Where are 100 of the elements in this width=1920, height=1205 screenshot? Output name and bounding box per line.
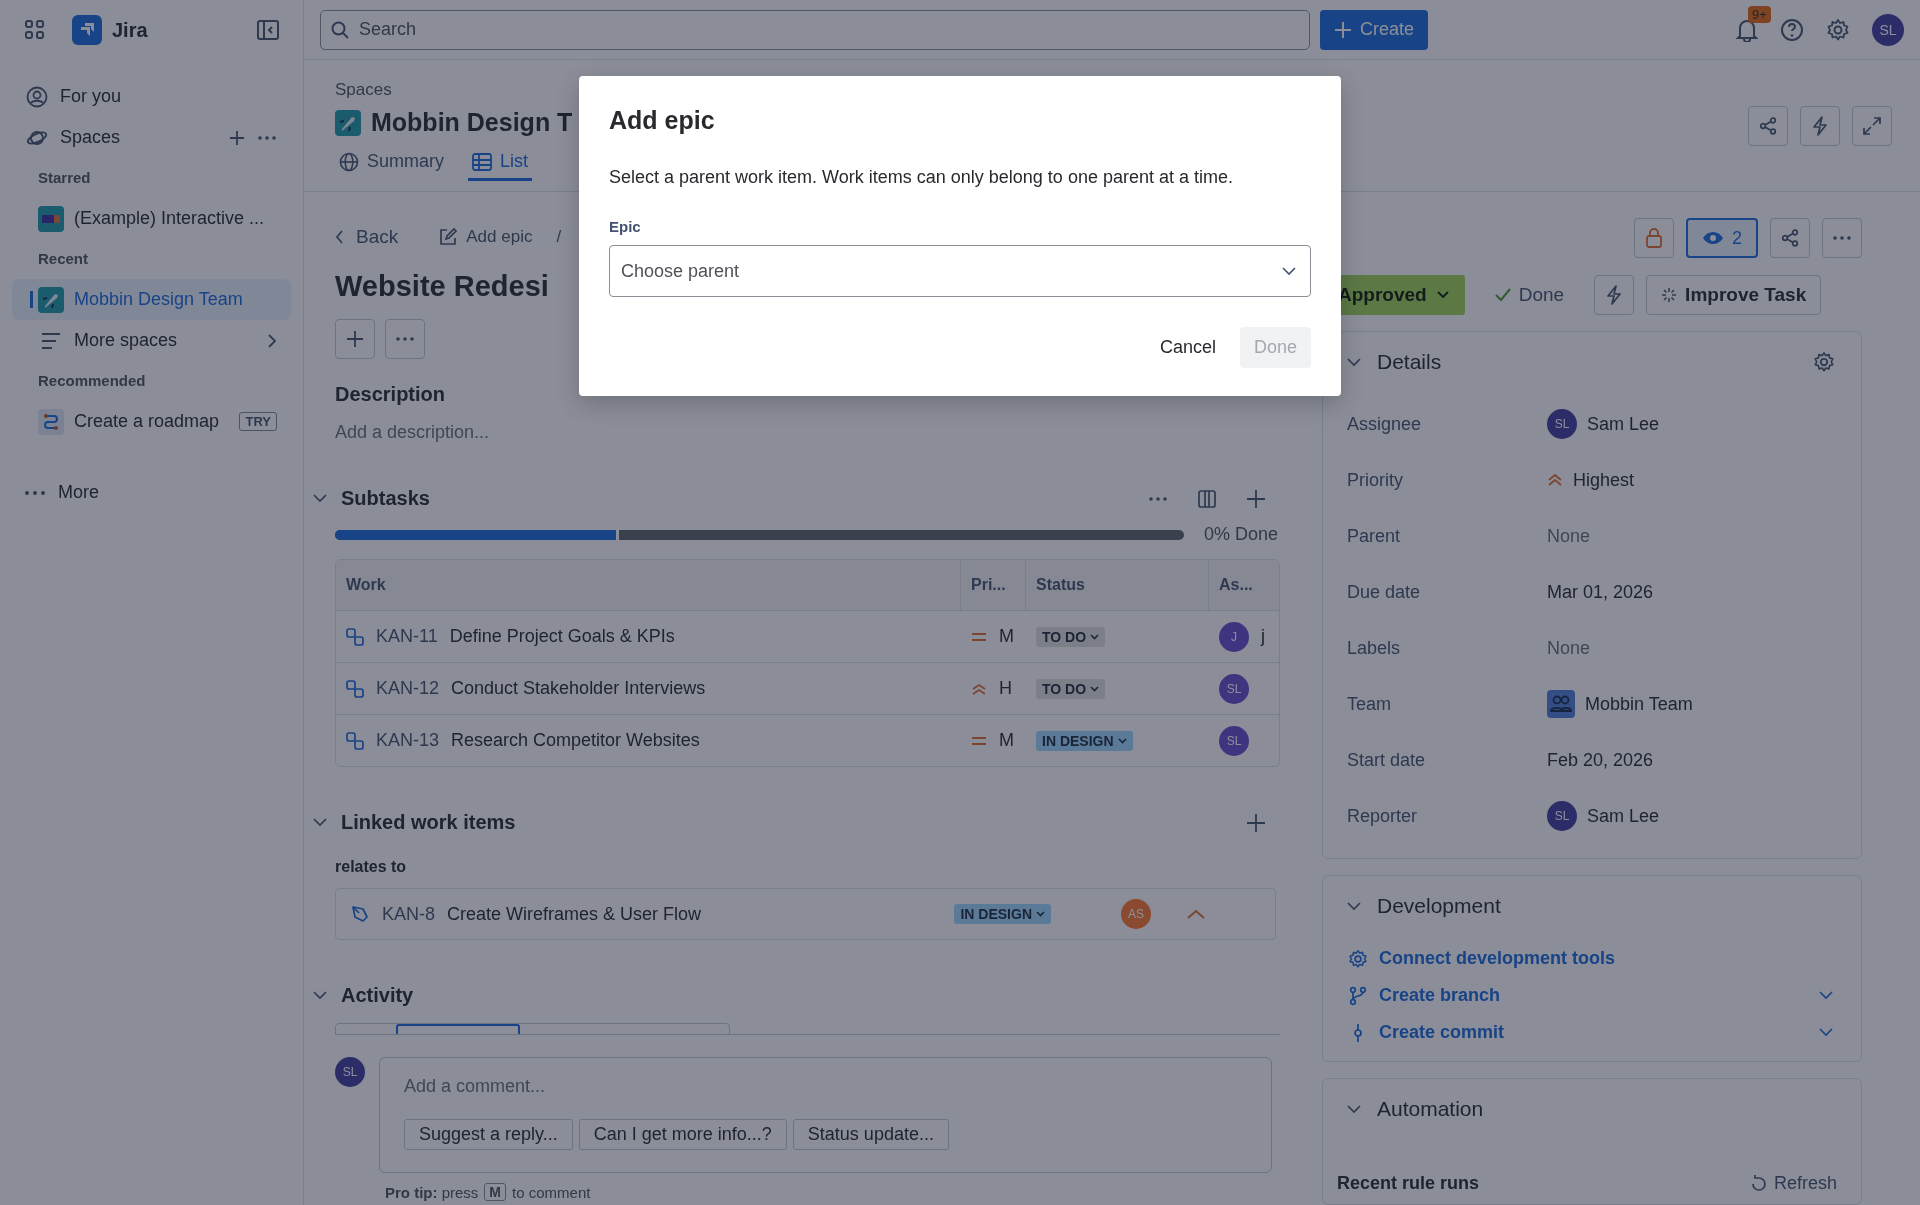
globe-icon — [339, 151, 359, 172]
linked-item-row[interactable]: KAN-8 Create Wireframes & User Flow IN DESIGN AS — [335, 888, 1276, 940]
work-item-summary[interactable]: Conduct Stakeholder Interviews — [451, 678, 706, 699]
settings-icon[interactable] — [1826, 17, 1850, 42]
field-value[interactable]: Mar 01, 2026 — [1547, 581, 1654, 603]
add-button[interactable] — [335, 319, 375, 359]
field-value[interactable]: Sam Lee — [1587, 805, 1660, 827]
share-button[interactable] — [1748, 106, 1788, 146]
user-avatar: SL — [1547, 409, 1577, 439]
field-value[interactable]: Highest — [1573, 469, 1635, 491]
work-item-summary[interactable]: Create Wireframes & User Flow — [447, 903, 702, 925]
collapse-sidebar-icon[interactable] — [257, 20, 279, 40]
subtask-row[interactable]: KAN-12 Conduct Stakeholder Interviews H TO DO SL — [336, 662, 1279, 714]
development-link[interactable]: Create branch — [1347, 985, 1837, 1006]
watchers-button[interactable]: 2 — [1686, 218, 1758, 258]
automation-button[interactable] — [1594, 275, 1635, 315]
sidebar-item[interactable]: For you — [12, 76, 291, 117]
view-tab[interactable]: List — [468, 151, 533, 181]
app-name[interactable]: Jira — [112, 18, 148, 42]
chevron-down-icon[interactable] — [1347, 901, 1361, 911]
chevron-down-icon[interactable] — [313, 991, 327, 1000]
field-value[interactable]: Mobbin Team — [1585, 693, 1693, 715]
restrict-button[interactable] — [1634, 218, 1674, 258]
automation-button[interactable] — [1800, 106, 1840, 146]
search-field[interactable]: Search — [320, 9, 1310, 50]
status-lozenge[interactable]: TO DO — [1036, 626, 1106, 647]
subtask-row[interactable]: KAN-11 Define Project Goals & KPIs M TO DO J j — [336, 610, 1279, 662]
gear-icon — [1348, 948, 1368, 969]
more-icon[interactable] — [257, 134, 277, 141]
view-tab[interactable]: Summary — [335, 151, 448, 181]
sidebar-item[interactable]: More spaces — [12, 320, 291, 361]
pen-icon — [350, 904, 370, 924]
sidebar-item[interactable]: Create a roadmap TRY — [12, 401, 291, 442]
suggestion-chip[interactable]: Can I get more info...? — [578, 1119, 787, 1150]
done-button[interactable]: Done — [1482, 284, 1577, 306]
work-item-key[interactable]: KAN-8 — [382, 903, 435, 925]
work-item-key[interactable]: KAN-12 — [376, 678, 440, 699]
cancel-button[interactable]: Cancel — [1149, 327, 1226, 368]
priority-text: M — [999, 626, 1014, 647]
chevron-down-icon[interactable] — [1347, 1104, 1361, 1114]
share-button[interactable] — [1770, 218, 1810, 258]
sidebar-item[interactable]: Spaces — [12, 117, 291, 158]
plus-icon[interactable] — [1246, 488, 1266, 509]
chevron-down-icon[interactable] — [1819, 991, 1833, 1000]
improve-task-button[interactable]: Improve Task — [1646, 275, 1822, 315]
work-item-key[interactable]: KAN-13 — [376, 730, 440, 751]
work-item-summary[interactable]: Define Project Goals & KPIs — [449, 626, 675, 647]
jira-logo-icon[interactable] — [72, 15, 102, 45]
plus-icon[interactable] — [1246, 812, 1266, 833]
comment-field[interactable]: Add a comment... Suggest a reply... Can I get more info...? Status update... — [379, 1057, 1272, 1173]
settings-icon[interactable] — [1813, 351, 1835, 373]
chevron-down-icon[interactable] — [313, 494, 327, 503]
refresh-button[interactable]: Refresh — [1749, 1173, 1837, 1194]
status-lozenge[interactable]: TO DO — [1036, 678, 1106, 699]
field-label: Start date — [1347, 749, 1427, 771]
section-title: Activity — [341, 984, 414, 1007]
field-value[interactable]: Sam Lee — [1587, 413, 1660, 435]
more-icon[interactable] — [1148, 495, 1168, 502]
dialog-title: Add epic — [609, 106, 716, 135]
sidebar-item[interactable]: More — [12, 472, 291, 513]
field-value[interactable]: None — [1547, 525, 1591, 547]
development-link[interactable]: Connect development tools — [1347, 948, 1837, 969]
more-button[interactable] — [1822, 218, 1862, 258]
plus-icon[interactable] — [229, 129, 245, 146]
try-badge: TRY — [239, 412, 277, 431]
field-value[interactable]: Feb 20, 2026 — [1547, 749, 1654, 771]
development-link[interactable]: Create commit — [1347, 1022, 1837, 1043]
subtask-row[interactable]: KAN-13 Research Competitor Websites M IN DESIGN SL — [336, 714, 1279, 766]
description-field[interactable]: Add a description... — [335, 422, 490, 443]
chevron-down-icon[interactable] — [313, 818, 327, 827]
field-value[interactable]: None — [1547, 637, 1591, 659]
work-item-key[interactable]: KAN-11 — [376, 626, 438, 647]
expand-button[interactable] — [1852, 106, 1892, 146]
notification-bell-icon[interactable] — [1736, 17, 1758, 42]
breadcrumb-link[interactable]: Spaces — [335, 80, 573, 100]
subtask-icon — [346, 627, 364, 646]
more-icon — [395, 336, 415, 342]
suggestion-chip[interactable]: Status update... — [792, 1119, 949, 1150]
columns-icon[interactable] — [1198, 489, 1216, 508]
user-avatar[interactable]: SL — [1872, 13, 1904, 46]
create-button[interactable]: Create — [1320, 9, 1429, 50]
back-link[interactable]: Back — [335, 226, 399, 248]
more-button[interactable] — [385, 319, 425, 359]
work-item-summary[interactable]: Research Competitor Websites — [451, 730, 700, 751]
help-icon[interactable] — [1780, 17, 1804, 42]
add-epic-link[interactable]: Add epic — [438, 227, 533, 247]
search-icon — [331, 20, 349, 39]
field-label: Parent — [1347, 525, 1402, 547]
status-lozenge[interactable]: IN DESIGN — [954, 904, 1051, 924]
chevron-down-icon[interactable] — [1347, 357, 1361, 367]
person-icon — [26, 85, 48, 108]
sidebar-item[interactable]: Mobbin Design Team — [12, 279, 291, 320]
sidebar-item[interactable]: (Example) Interactive ... — [12, 198, 291, 239]
chevron-down-icon[interactable] — [1819, 1028, 1833, 1037]
parent-select[interactable]: Choose parent — [609, 245, 1311, 297]
suggestion-chip[interactable]: Suggest a reply... — [404, 1119, 573, 1150]
field-label: Due date — [1347, 581, 1422, 603]
status-lozenge[interactable]: IN DESIGN — [1036, 730, 1133, 751]
app-switcher-icon[interactable] — [24, 19, 46, 41]
column-header: Status — [1026, 560, 1209, 610]
